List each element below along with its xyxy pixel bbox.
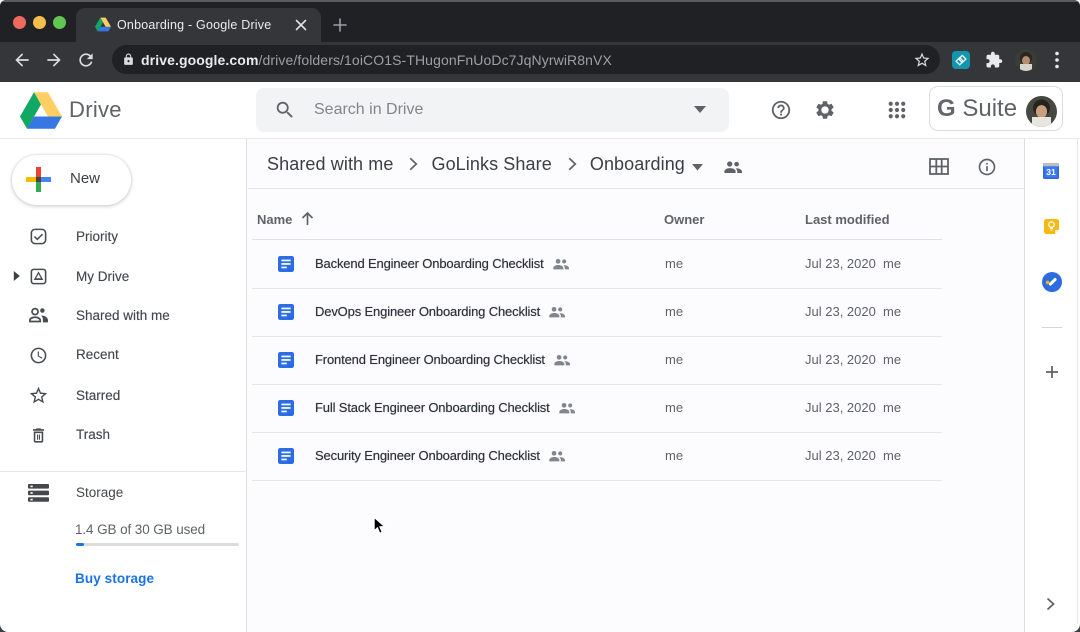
svg-text:31: 31 xyxy=(1046,167,1056,177)
